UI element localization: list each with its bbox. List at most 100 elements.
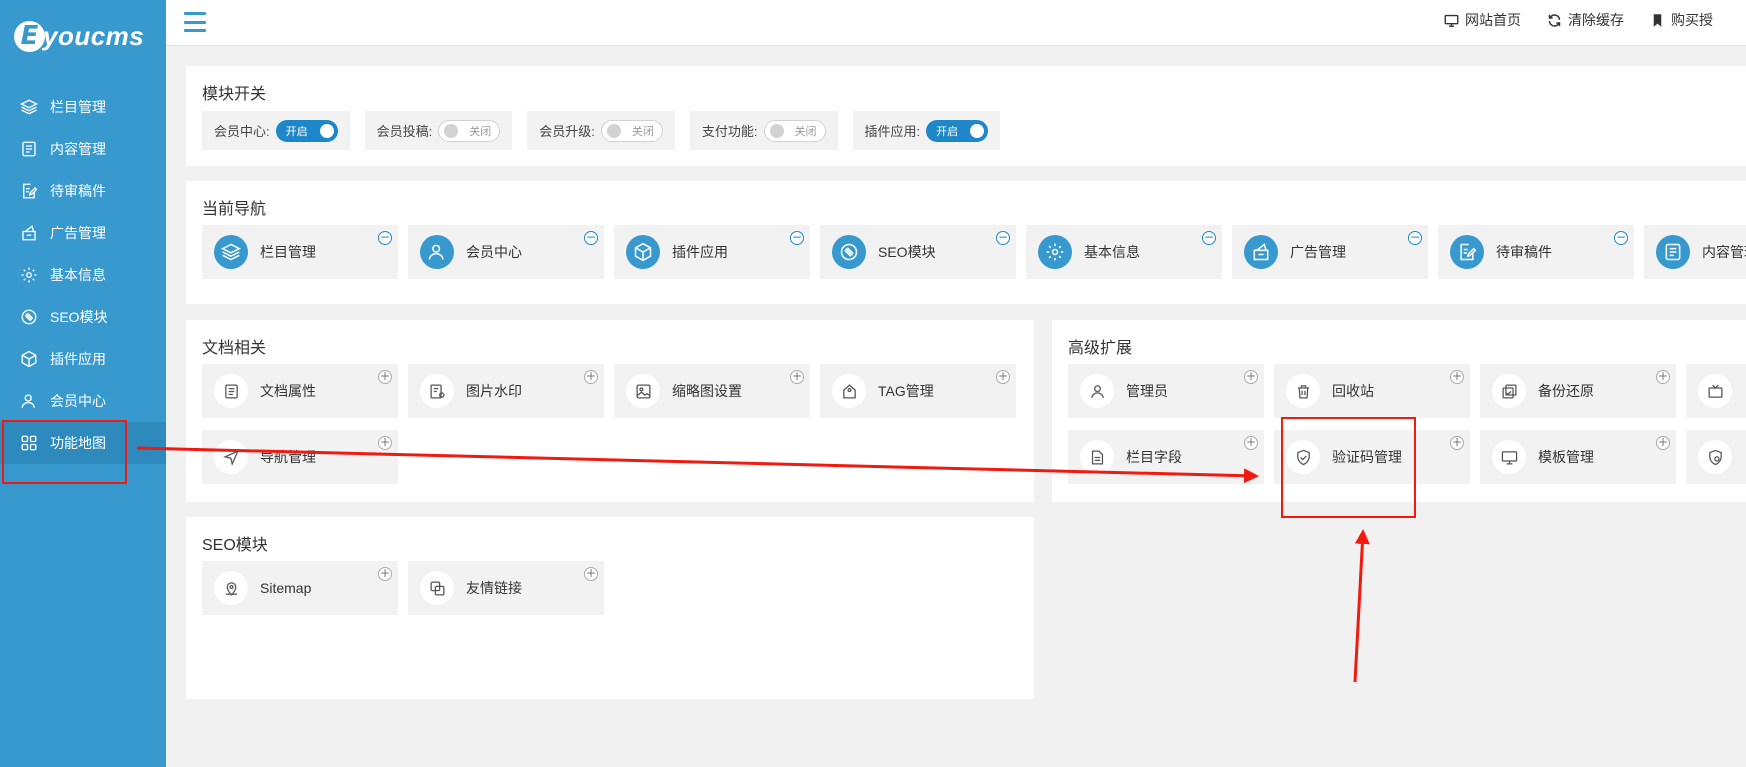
logo[interactable]: E youcms <box>14 18 144 54</box>
user-icon <box>420 235 454 269</box>
switch[interactable]: 关闭 <box>438 119 501 142</box>
remove-icon[interactable]: − <box>1614 231 1628 245</box>
toggle-label: 支付功能: <box>701 124 758 139</box>
card-label: 导航管理 <box>260 449 316 465</box>
feature-card[interactable]: 备份还原 + <box>1480 364 1676 418</box>
document-icon <box>22 141 36 157</box>
sidebar-item-basic[interactable]: 基本信息 <box>0 254 166 296</box>
add-icon[interactable]: + <box>1244 436 1258 450</box>
user-icon <box>1080 374 1114 408</box>
remove-icon[interactable]: − <box>790 231 804 245</box>
card-label: TAG管理 <box>878 383 934 399</box>
add-icon[interactable]: + <box>378 370 392 384</box>
seo-icon <box>21 309 37 325</box>
buy-license-link[interactable]: 购买授 <box>1650 10 1713 30</box>
remove-icon[interactable]: − <box>584 231 598 245</box>
sidebar-item-seo[interactable]: SEO模块 <box>0 296 166 338</box>
nav-card[interactable]: 基本信息 − <box>1026 225 1222 279</box>
sidebar-item-pending[interactable]: 待审稿件 <box>0 170 166 212</box>
switch-state: 关闭 <box>631 125 654 138</box>
sidebar-item-label: SEO模块 <box>50 309 108 325</box>
doc-related-panel: 文档相关 文档属性 + 图片水印 + 缩略图设置 + TAG管理 + 导航管理 … <box>186 320 1034 502</box>
card-label: 插件应用 <box>672 244 728 260</box>
gear-icon <box>1038 235 1072 269</box>
feature-card[interactable]: 验证码管理 + <box>1274 430 1470 484</box>
shield-gear-icon <box>1698 440 1732 474</box>
feature-card[interactable]: 模板管理 + <box>1480 430 1676 484</box>
menu-toggle-icon[interactable] <box>184 12 206 32</box>
edit-doc-icon <box>1450 235 1484 269</box>
card-label: 基本信息 <box>1084 244 1140 260</box>
card-label: 缩略图设置 <box>672 383 742 399</box>
sidebar-item-label: 插件应用 <box>50 351 106 367</box>
add-icon[interactable]: + <box>584 370 598 384</box>
nav-card[interactable]: 会员中心 − <box>408 225 604 279</box>
feature-card[interactable] <box>1686 430 1746 484</box>
clear-cache-link[interactable]: 清除缓存 <box>1547 10 1624 30</box>
link-icon <box>420 571 454 605</box>
add-icon[interactable]: + <box>790 370 804 384</box>
add-icon[interactable]: + <box>1656 370 1670 384</box>
feature-card[interactable] <box>1686 364 1746 418</box>
monitor-icon <box>1444 14 1459 27</box>
card-label: 栏目字段 <box>1126 449 1182 465</box>
panel-title: SEO模块 <box>202 537 268 554</box>
switch-state: 关闭 <box>794 125 817 138</box>
switch[interactable]: 关闭 <box>600 119 663 142</box>
feature-card[interactable]: 缩略图设置 + <box>614 364 810 418</box>
shield-check-icon <box>1286 440 1320 474</box>
panel-title: 高级扩展 <box>1068 340 1133 357</box>
remove-icon[interactable]: − <box>1408 231 1422 245</box>
sidebar-item-label: 待审稿件 <box>50 183 106 199</box>
remove-icon[interactable]: − <box>1202 231 1216 245</box>
feature-card[interactable]: 友情链接 + <box>408 561 604 615</box>
switch[interactable]: 关闭 <box>763 119 826 142</box>
sidebar-item-members[interactable]: 会员中心 <box>0 380 166 422</box>
gear-icon <box>21 267 37 283</box>
toggle-member-center: 会员中心: 开启 <box>202 111 350 150</box>
feature-card[interactable]: 回收站 + <box>1274 364 1470 418</box>
feature-card[interactable]: 文档属性 + <box>202 364 398 418</box>
feature-card[interactable]: 栏目字段 + <box>1068 430 1264 484</box>
sidebar-item-function-map[interactable]: 功能地图 <box>0 422 166 464</box>
link-label: 网站首页 <box>1465 12 1521 28</box>
nav-card[interactable]: 广告管理 − <box>1232 225 1428 279</box>
nav-card[interactable]: 待审稿件 − <box>1438 225 1634 279</box>
card-label: Sitemap <box>260 580 312 596</box>
add-icon[interactable]: + <box>584 567 598 581</box>
switch-state: 关闭 <box>469 125 492 138</box>
nav-card[interactable]: 插件应用 − <box>614 225 810 279</box>
panel-title: 模块开关 <box>202 86 267 103</box>
ad-icon <box>22 225 36 241</box>
feature-card[interactable]: 管理员 + <box>1068 364 1264 418</box>
add-icon[interactable]: + <box>996 370 1010 384</box>
nav-card[interactable]: 栏目管理 − <box>202 225 398 279</box>
cube-icon <box>21 350 37 368</box>
add-icon[interactable]: + <box>378 567 392 581</box>
ad-icon <box>1244 235 1278 269</box>
add-icon[interactable]: + <box>1656 436 1670 450</box>
nav-card[interactable]: SEO模块 − <box>820 225 1016 279</box>
feature-card[interactable]: 图片水印 + <box>408 364 604 418</box>
add-icon[interactable]: + <box>1244 370 1258 384</box>
feature-card[interactable]: 导航管理 + <box>202 430 398 484</box>
sidebar-item-content[interactable]: 内容管理 <box>0 128 166 170</box>
site-home-link[interactable]: 网站首页 <box>1444 10 1521 30</box>
switch[interactable]: 开启 <box>926 119 989 142</box>
switch[interactable]: 开启 <box>275 119 338 142</box>
bookmark-icon <box>1653 13 1662 27</box>
add-icon[interactable]: + <box>378 436 392 450</box>
toggle-label: 插件应用: <box>864 124 921 139</box>
add-icon[interactable]: + <box>1450 436 1464 450</box>
sidebar-item-plugins[interactable]: 插件应用 <box>0 338 166 380</box>
remove-icon[interactable]: − <box>378 231 392 245</box>
sidebar-item-label: 功能地图 <box>50 435 106 451</box>
user-icon <box>21 394 35 408</box>
sidebar-item-category[interactable]: 栏目管理 <box>0 86 166 128</box>
feature-card[interactable]: Sitemap + <box>202 561 398 615</box>
nav-card[interactable]: 内容管理 <box>1644 225 1746 279</box>
feature-card[interactable]: TAG管理 + <box>820 364 1016 418</box>
remove-icon[interactable]: − <box>996 231 1010 245</box>
sidebar-item-ads[interactable]: 广告管理 <box>0 212 166 254</box>
add-icon[interactable]: + <box>1450 370 1464 384</box>
